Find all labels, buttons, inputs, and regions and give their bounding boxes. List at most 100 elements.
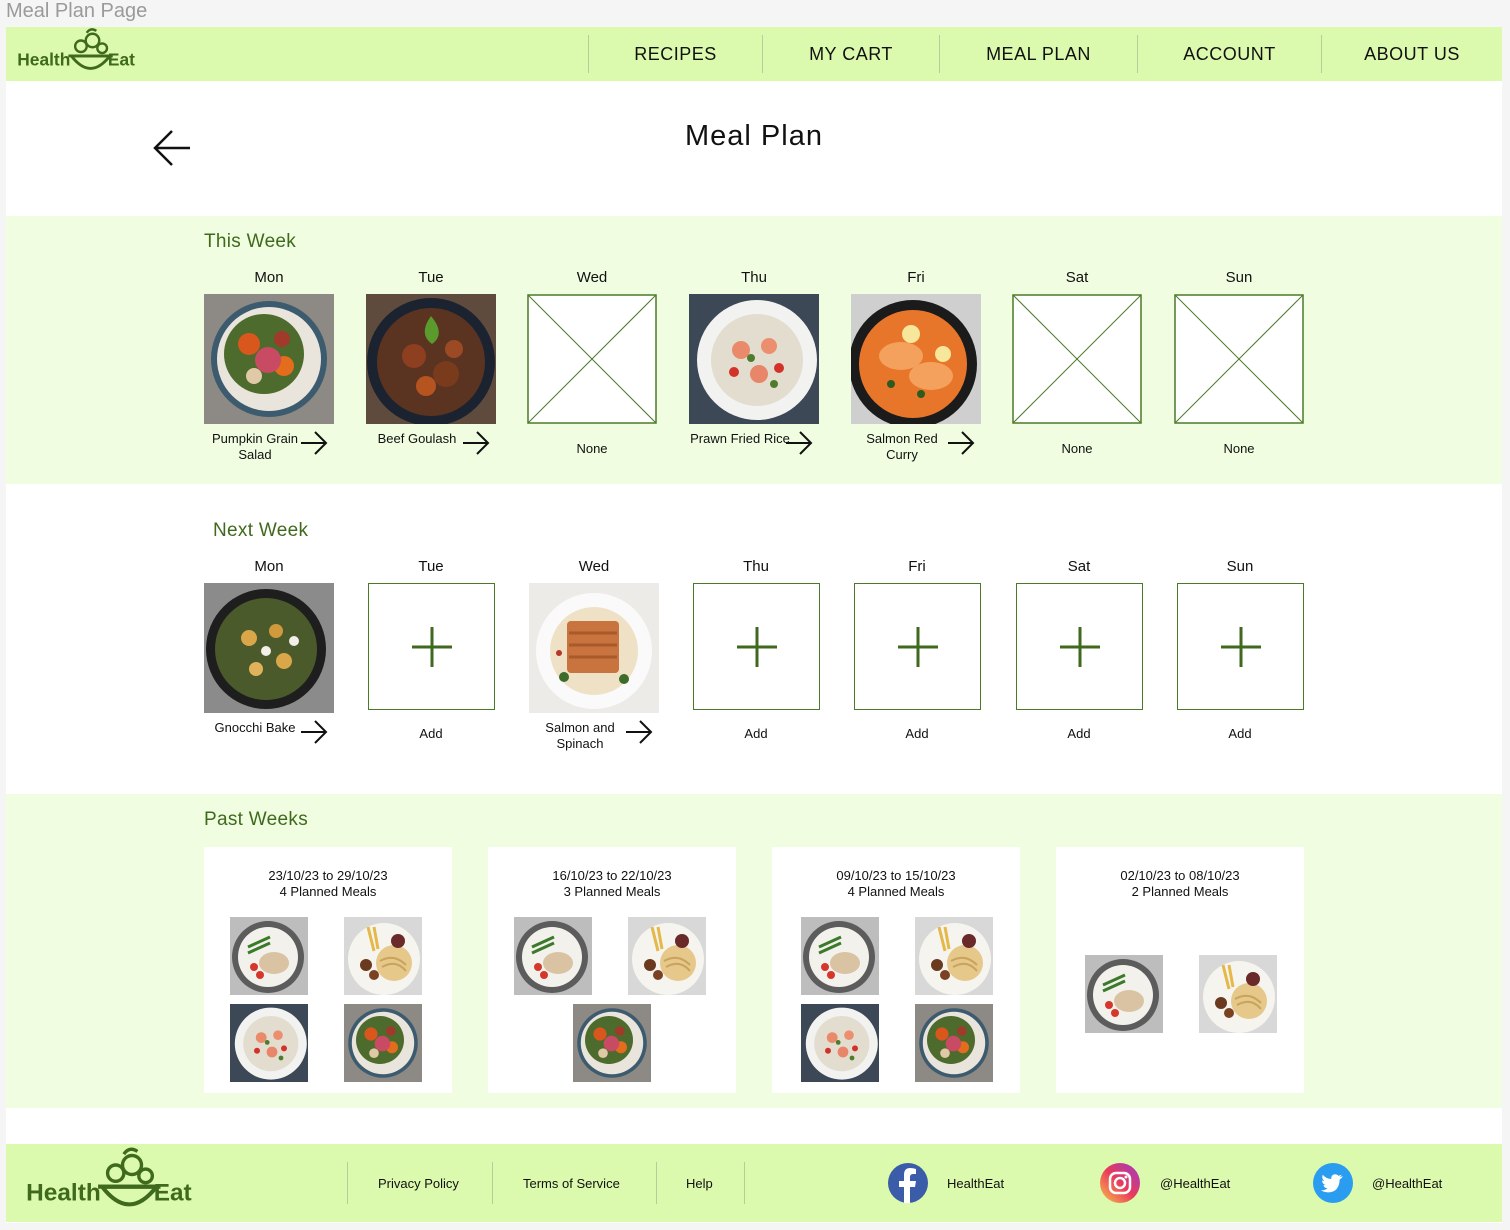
meal-name: Salmon and Spinach xyxy=(545,720,615,751)
meal-thumbnail xyxy=(573,1004,651,1082)
past-week-range: 02/10/23 to 08/10/23 xyxy=(1120,868,1240,883)
add-label: Add xyxy=(744,726,768,741)
past-week-meal-count: 4 Planned Meals xyxy=(279,884,377,899)
meal-thumbnail xyxy=(514,917,592,995)
add-meal-button[interactable] xyxy=(1177,583,1304,710)
add-meal-button[interactable] xyxy=(854,583,981,710)
day-label: Mon xyxy=(254,269,284,286)
footer: Privacy Policy Terms of Service Help Hea… xyxy=(6,1144,1502,1222)
meal-name: Prawn Fried Rice xyxy=(690,431,790,446)
day-label: Fri xyxy=(907,269,925,286)
past-week-meal-count: 3 Planned Meals xyxy=(563,884,661,899)
instagram-handle[interactable]: @HealthEat xyxy=(1160,1144,1230,1222)
day-label: Wed xyxy=(576,269,608,286)
day-label: Sun xyxy=(1225,269,1253,286)
past-week-meal-count: 2 Planned Meals xyxy=(1131,884,1229,899)
plus-icon xyxy=(1059,626,1101,668)
plus-icon xyxy=(1220,626,1262,668)
meal-thumbnail xyxy=(915,1004,993,1082)
twitter-icon[interactable] xyxy=(1313,1163,1353,1203)
meal-thumbnail xyxy=(801,917,879,995)
health-eat-logo[interactable] xyxy=(22,1146,204,1222)
section-title-past-weeks: Past Weeks xyxy=(204,809,309,830)
day-label: Sun xyxy=(1226,558,1254,575)
this-week-section: This Week Mon Pumpkin Grain Salad Tue Be… xyxy=(6,216,1502,484)
past-week-range: 09/10/23 to 15/10/23 xyxy=(836,868,956,883)
past-week-range: 16/10/23 to 22/10/23 xyxy=(552,868,672,883)
arrow-right-icon[interactable] xyxy=(623,716,655,748)
past-week-card[interactable]: 23/10/23 to 29/10/23 4 Planned Meals xyxy=(204,847,452,1093)
meal-name: Gnocchi Bake xyxy=(214,720,296,735)
empty-meal-placeholder xyxy=(527,294,657,424)
meal-thumbnail xyxy=(628,917,706,995)
empty-meal-placeholder xyxy=(1174,294,1304,424)
add-label: Add xyxy=(1228,726,1252,741)
instagram-icon[interactable] xyxy=(1100,1163,1140,1203)
past-week-card[interactable]: 02/10/23 to 08/10/23 2 Planned Meals xyxy=(1056,847,1304,1093)
meal-thumbnail xyxy=(230,1004,308,1082)
add-meal-button[interactable] xyxy=(1016,583,1143,710)
frame-title: Meal Plan Page xyxy=(6,0,148,22)
past-week-card[interactable]: 16/10/23 to 22/10/23 3 Planned Meals xyxy=(488,847,736,1093)
empty-meal-placeholder xyxy=(1012,294,1142,424)
privacy-policy-link[interactable]: Privacy Policy xyxy=(378,1144,459,1222)
meal-name: Pumpkin Grain Salad xyxy=(212,431,298,462)
meal-name: None xyxy=(1061,441,1093,456)
plus-icon xyxy=(736,626,778,668)
meal-photo[interactable] xyxy=(366,294,496,424)
day-label: Thu xyxy=(743,558,769,575)
meal-thumbnail xyxy=(801,1004,879,1082)
health-eat-logo[interactable] xyxy=(16,27,142,81)
past-week-range: 23/10/23 to 29/10/23 xyxy=(268,868,388,883)
arrow-right-icon[interactable] xyxy=(298,716,330,748)
twitter-handle[interactable]: @HealthEat xyxy=(1372,1144,1442,1222)
past-week-card[interactable]: 09/10/23 to 15/10/23 4 Planned Meals xyxy=(772,847,1020,1093)
nav-meal-plan[interactable]: MEAL PLAN xyxy=(940,27,1137,81)
meal-thumbnail xyxy=(1199,955,1277,1033)
meal-name: None xyxy=(1223,441,1255,456)
footer-divider xyxy=(656,1162,657,1204)
nav-my-cart[interactable]: MY CART xyxy=(763,27,939,81)
footer-divider xyxy=(492,1162,493,1204)
footer-divider xyxy=(347,1162,348,1204)
meal-photo[interactable] xyxy=(204,583,334,713)
day-label: Tue xyxy=(418,269,444,286)
meal-thumbnail xyxy=(230,917,308,995)
page-title: Meal Plan xyxy=(685,120,823,152)
arrow-right-icon[interactable] xyxy=(298,427,330,459)
meal-photo[interactable] xyxy=(851,294,981,424)
section-title-this-week: This Week xyxy=(204,231,297,252)
arrow-right-icon[interactable] xyxy=(945,427,977,459)
day-label: Thu xyxy=(741,269,767,286)
meal-photo[interactable] xyxy=(689,294,819,424)
meal-photo[interactable] xyxy=(529,583,659,713)
plus-icon xyxy=(411,626,453,668)
footer-divider xyxy=(744,1162,745,1204)
facebook-handle[interactable]: HealthEat xyxy=(947,1144,1004,1222)
facebook-icon[interactable] xyxy=(888,1163,928,1203)
terms-of-service-link[interactable]: Terms of Service xyxy=(523,1144,620,1222)
nav-recipes[interactable]: RECIPES xyxy=(589,27,762,81)
nav-about-us[interactable]: ABOUT US xyxy=(1322,27,1502,81)
meal-plan-page: RECIPES MY CART MEAL PLAN ACCOUNT ABOUT … xyxy=(6,27,1502,1223)
day-label: Fri xyxy=(908,558,926,575)
day-label: Sat xyxy=(1067,558,1091,575)
day-label: Tue xyxy=(418,558,444,575)
top-nav-bar: RECIPES MY CART MEAL PLAN ACCOUNT ABOUT … xyxy=(6,27,1502,81)
past-week-meal-count: 4 Planned Meals xyxy=(847,884,945,899)
meal-thumbnail xyxy=(1085,955,1163,1033)
day-label: Sat xyxy=(1065,269,1089,286)
nav-account[interactable]: ACCOUNT xyxy=(1138,27,1321,81)
add-label: Add xyxy=(419,726,443,741)
section-title-next-week: Next Week xyxy=(213,520,309,541)
arrow-right-icon[interactable] xyxy=(783,427,815,459)
add-label: Add xyxy=(1067,726,1091,741)
help-link[interactable]: Help xyxy=(686,1144,713,1222)
arrow-right-icon[interactable] xyxy=(460,427,492,459)
plus-icon xyxy=(897,626,939,668)
add-meal-button[interactable] xyxy=(693,583,820,710)
day-label: Mon xyxy=(254,558,284,575)
meal-name: None xyxy=(576,441,608,456)
meal-photo[interactable] xyxy=(204,294,334,424)
add-meal-button[interactable] xyxy=(368,583,495,710)
